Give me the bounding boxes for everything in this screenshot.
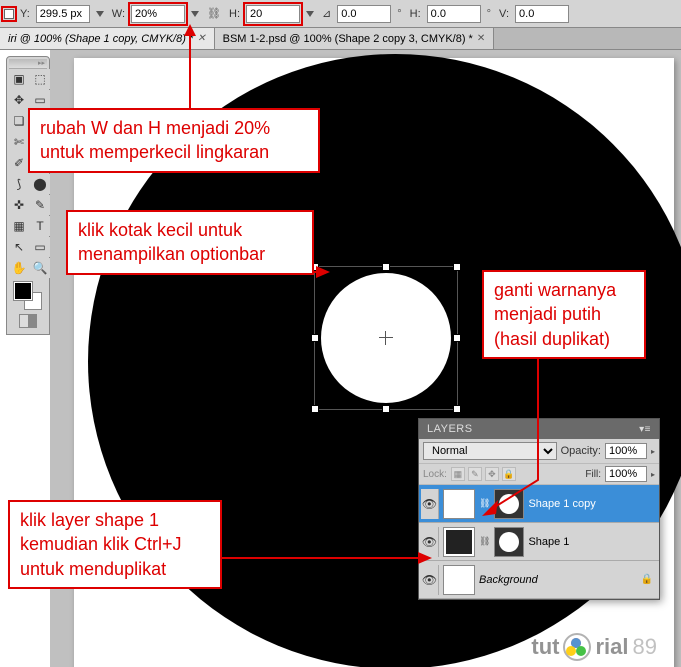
h-label: H:	[229, 8, 240, 20]
link-icon[interactable]: ⛓	[205, 7, 223, 20]
document-tabs: iri @ 100% (Shape 1 copy, CMYK/8) * ✕ BS…	[0, 28, 681, 50]
hand-tool[interactable]: ✋	[9, 258, 29, 278]
transform-handle[interactable]	[311, 334, 319, 342]
stamp-tool[interactable]: ✐	[9, 153, 29, 173]
pen-tool[interactable]: ▦	[9, 216, 29, 236]
panel-grip[interactable]: ▸▸	[9, 59, 47, 69]
lasso-tool[interactable]: ✥	[9, 90, 29, 110]
fill-input[interactable]	[605, 466, 647, 482]
annotation-arrow	[478, 350, 548, 520]
dropdown-icon[interactable]: ▸	[651, 447, 655, 456]
type-tool[interactable]: T	[30, 216, 50, 236]
shape-tool[interactable]: ▭	[30, 237, 50, 257]
degree-icon: °	[485, 8, 493, 20]
tab-label: BSM 1-2.psd @ 100% (Shape 2 copy 3, CMYK…	[223, 33, 473, 45]
layer-background[interactable]: 👁 Background 🔒	[419, 561, 659, 599]
transform-handle[interactable]	[453, 405, 461, 413]
annotation-duplicate: klik layer shape 1 kemudian klik Ctrl+J …	[8, 500, 222, 589]
annotation-arrow	[170, 24, 210, 110]
v-skew-input[interactable]	[515, 5, 569, 23]
gradient-tool[interactable]: ⬤	[30, 174, 50, 194]
transform-handle[interactable]	[382, 405, 390, 413]
tab-label: iri @ 100% (Shape 1 copy, CMYK/8) *	[8, 33, 193, 45]
options-bar: Y: W: ⛓ H: ⊿ ° H: ° V:	[0, 0, 681, 28]
transform-handle[interactable]	[311, 405, 319, 413]
layer-name: Shape 1	[528, 536, 657, 548]
visibility-icon[interactable]: 👁	[421, 565, 439, 595]
color-swatches	[9, 278, 47, 332]
annotation-color: ganti warnanya menjadi putih (hasil dupl…	[482, 270, 646, 359]
close-icon[interactable]: ✕	[477, 33, 485, 44]
crop-tool[interactable]: ❏	[9, 111, 29, 131]
watermark: tut rial 89	[531, 633, 657, 661]
layer-thumbnail[interactable]	[443, 489, 475, 519]
panel-menu-icon[interactable]: ▾≡	[639, 424, 651, 435]
transform-center-icon[interactable]	[379, 331, 393, 345]
toolbox: ▸▸ ▣ ⬚ ✥ ▭ ❏ ✎ ✄ ⌕ ✐ ✚ ⟆ ⬤ ✜ ✎ ▦ T ↖ ▭ ✋…	[6, 56, 50, 335]
opacity-input[interactable]	[605, 443, 647, 459]
dodge-tool[interactable]: ✎	[30, 195, 50, 215]
dropdown-icon[interactable]	[306, 11, 314, 17]
move-tool[interactable]: ▣	[9, 69, 29, 89]
h-skew-input[interactable]	[427, 5, 481, 23]
h-skew-label: H:	[410, 8, 421, 20]
quick-select-tool[interactable]: ▭	[30, 90, 50, 110]
transform-bounding-box[interactable]	[314, 266, 458, 410]
annotation-arrow	[222, 548, 432, 568]
eraser-tool[interactable]: ⟆	[9, 174, 29, 194]
heal-tool[interactable]: ✄	[9, 132, 29, 152]
layer-name: Background	[479, 574, 637, 586]
lock-icon: 🔒	[641, 574, 657, 585]
mask-thumbnail[interactable]	[494, 527, 524, 557]
h-input[interactable]	[246, 5, 300, 23]
dropdown-icon[interactable]	[96, 11, 104, 17]
blur-tool[interactable]: ✜	[9, 195, 29, 215]
transform-handle[interactable]	[382, 263, 390, 271]
annotation-resize: rubah W dan H menjadi 20% untuk memperke…	[28, 108, 320, 173]
layer-shape-1[interactable]: 👁 ⛓ Shape 1	[419, 523, 659, 561]
lock-label: Lock:	[423, 469, 447, 480]
layer-thumbnail[interactable]	[443, 565, 475, 595]
visibility-icon[interactable]: 👁	[421, 489, 439, 519]
w-input[interactable]	[131, 5, 185, 23]
angle-label: ⊿	[322, 7, 331, 20]
lock-transparency-icon[interactable]: ▦	[451, 467, 465, 481]
degree-icon: °	[395, 8, 403, 20]
zoom-tool[interactable]: 🔍	[30, 258, 50, 278]
y-label: Y:	[20, 8, 30, 20]
document-tab-2[interactable]: BSM 1-2.psd @ 100% (Shape 2 copy 3, CMYK…	[215, 28, 495, 49]
watermark-logo-icon	[563, 633, 591, 661]
marquee-tool[interactable]: ⬚	[30, 69, 50, 89]
dropdown-icon[interactable]	[191, 11, 199, 17]
opacity-label: Opacity:	[561, 445, 601, 457]
path-select-tool[interactable]: ↖	[9, 237, 29, 257]
quick-mask-toggle[interactable]	[19, 314, 37, 328]
reference-point-grid[interactable]	[4, 9, 14, 19]
transform-handle[interactable]	[453, 334, 461, 342]
annotation-optionbar: klik kotak kecil untuk menampilkan optio…	[66, 210, 314, 275]
panel-title: LAYERS	[427, 423, 473, 435]
fill-label: Fill:	[585, 469, 601, 480]
foreground-color[interactable]	[14, 282, 32, 300]
link-icon: ⛓	[479, 536, 490, 547]
v-skew-label: V:	[499, 8, 509, 20]
layer-thumbnail[interactable]	[443, 527, 475, 557]
dropdown-icon[interactable]: ▸	[651, 470, 655, 479]
transform-handle[interactable]	[453, 263, 461, 271]
angle-input[interactable]	[337, 5, 391, 23]
y-input[interactable]	[36, 5, 90, 23]
w-label: W:	[112, 8, 125, 20]
